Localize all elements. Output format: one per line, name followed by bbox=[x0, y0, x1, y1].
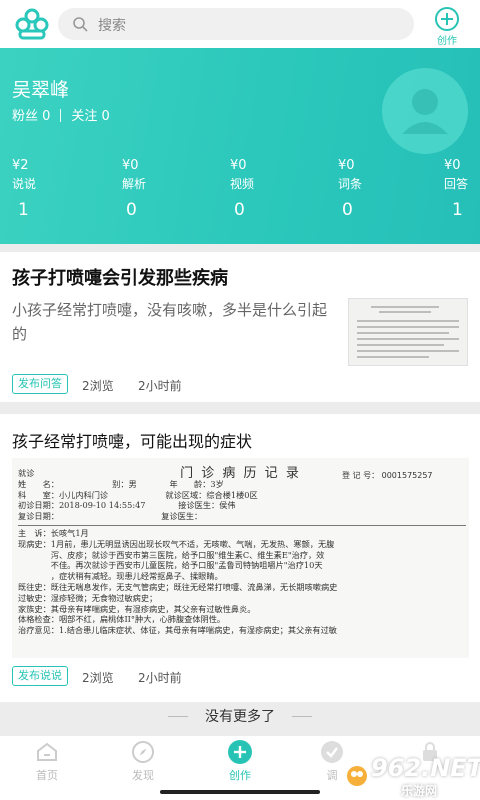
watermark-subtext: 乐游网 bbox=[401, 784, 438, 798]
record-line: ，症状稍有减轻。现患儿经常抠鼻子、揉眼睛。 bbox=[18, 571, 223, 582]
tab-discover[interactable]: 发现 bbox=[113, 740, 173, 783]
post-views: 2浏览 bbox=[82, 671, 114, 685]
following-count[interactable]: 关注 0 bbox=[71, 109, 109, 124]
stat-money: ¥0 bbox=[122, 158, 139, 173]
stat-label: 说说 bbox=[12, 177, 37, 191]
avatar[interactable] bbox=[382, 68, 468, 154]
stat-label: 解析 bbox=[122, 177, 147, 191]
post-card[interactable]: 孩子经常打喷嚏，可能出现的症状 门 诊 病 历 记 录 登 记 号： 00015… bbox=[0, 414, 480, 702]
top-bar: 搜索 创作 bbox=[0, 0, 480, 48]
record-line: 过敏史：湿疹轻微；无食物过敏病史； bbox=[18, 592, 158, 603]
stat-label: 回答 bbox=[444, 177, 469, 191]
post-image-medical-record[interactable]: 门 诊 病 历 记 录 登 记 号： 0001575257 就诊 姓 名： 别：… bbox=[12, 458, 469, 658]
post-thumbnail[interactable] bbox=[348, 298, 468, 366]
stat-citiao[interactable]: ¥0 词条 0 bbox=[338, 158, 362, 220]
search-input[interactable]: 搜索 bbox=[58, 8, 414, 40]
record-line: 既往史：既往无喘息发作，无支气管病史；既往无经常打喷嚏、流鼻涕，无长期咳嗽病史 bbox=[18, 581, 338, 592]
stat-count: 0 bbox=[342, 200, 353, 220]
stat-money: ¥0 bbox=[444, 158, 461, 173]
record-line: 不佳。再次就诊于西安市儿童医院，给予口服"孟鲁司特钠咀嚼片"治疗10天 bbox=[18, 560, 323, 571]
stat-count: 0 bbox=[234, 200, 245, 220]
stat-shuoshuo[interactable]: ¥2 说说 1 bbox=[12, 158, 36, 220]
stat-money: ¥2 bbox=[12, 158, 29, 173]
tab-create[interactable]: 创作 bbox=[210, 740, 270, 783]
tab-label: 创作 bbox=[229, 769, 251, 782]
post-views: 2浏览 bbox=[82, 379, 114, 393]
follow-stats: 粉丝 0 关注 0 bbox=[12, 105, 110, 124]
post-time: 2小时前 bbox=[138, 671, 182, 685]
app-logo-icon[interactable] bbox=[14, 7, 50, 41]
post-card[interactable]: 孩子打喷嚏会引发那些疾病 小孩子经常打喷嚏，没有咳嗽，多半是什么引起的 发布问答… bbox=[0, 252, 480, 402]
record-line: 姓 名： 别：男 年 龄：3岁 bbox=[18, 478, 224, 489]
site-watermark: 962.NET 乐游网 bbox=[345, 752, 480, 798]
stat-jiexi[interactable]: ¥0 解析 0 bbox=[122, 158, 146, 220]
compass-icon bbox=[132, 741, 154, 763]
stat-answers[interactable]: ¥0 回答 1 bbox=[444, 158, 468, 220]
stat-count: 1 bbox=[452, 200, 463, 220]
post-type-tag: 发布说说 bbox=[12, 666, 68, 686]
tab-label: 首页 bbox=[36, 769, 58, 782]
stat-label: 词条 bbox=[338, 177, 363, 191]
stat-count: 1 bbox=[18, 200, 29, 220]
home-indicator bbox=[160, 790, 320, 794]
record-line: 现病史：1月前，患儿无明显诱因出现长叹气不适，无咳嗽、气喘，无发热、寒颤，无腹 bbox=[18, 538, 335, 549]
record-line: 治疗意见：1.结合患儿临床症状、体征，其母亲有哮喘病史，有湿疹病史；其父亲有过敏 bbox=[18, 625, 337, 636]
post-title[interactable]: 孩子打喷嚏会引发那些疾病 bbox=[12, 264, 228, 290]
stat-count: 0 bbox=[126, 200, 137, 220]
home-icon bbox=[37, 742, 57, 761]
record-line: 复诊日期： 复诊医生： bbox=[18, 511, 203, 522]
record-line: 初诊日期：2018-09-10 14:55:47 接诊医生：侯伟 bbox=[18, 500, 236, 511]
search-icon bbox=[73, 17, 88, 32]
user-silhouette-icon bbox=[402, 89, 448, 134]
followers-count[interactable]: 粉丝 0 bbox=[12, 109, 50, 124]
tab-label: 发现 bbox=[132, 769, 154, 782]
profile-header: 吴翠峰 粉丝 0 关注 0 ¥2 说说 1 ¥0 解析 0 ¥0 视频 0 ¥0 … bbox=[0, 48, 480, 244]
create-label: 创作 bbox=[437, 36, 457, 47]
stat-label: 视频 bbox=[230, 177, 255, 191]
stat-money: ¥0 bbox=[230, 158, 247, 173]
check-icon bbox=[321, 741, 343, 763]
post-description: 小孩子经常打喷嚏，没有咳嗽，多半是什么引起的 bbox=[12, 301, 328, 343]
plus-circle-icon bbox=[435, 7, 459, 31]
record-line: 泻、皮疹；就诊于西安市第三医院，给予口服"维生素C、维生素E"治疗，效 bbox=[18, 549, 325, 560]
divider bbox=[60, 109, 62, 122]
create-button[interactable]: 创作 bbox=[430, 4, 464, 47]
record-line: 体格检查：咽部不红，扁桃体II°肿大，心肺腹查体阴性。 bbox=[18, 614, 226, 625]
user-name: 吴翠峰 bbox=[12, 79, 70, 101]
record-line: 科 室：小儿内科门诊 就诊区域：综合楼1楼0区 bbox=[18, 489, 258, 500]
search-placeholder: 搜索 bbox=[98, 18, 126, 34]
record-line: 家族史：其母亲有哮喘病史，有湿疹病史，其父亲有过敏性鼻炎。 bbox=[18, 603, 256, 614]
record-body: 就诊 姓 名： 别：男 年 龄：3岁 科 室：小儿内科门诊 就诊区域：综合楼1楼… bbox=[18, 468, 466, 636]
stat-video[interactable]: ¥0 视频 0 bbox=[230, 158, 254, 220]
record-line: 就诊 bbox=[18, 468, 35, 478]
tab-home[interactable]: 首页 bbox=[17, 740, 77, 783]
post-time: 2小时前 bbox=[138, 379, 182, 393]
plus-icon bbox=[228, 740, 252, 764]
post-type-tag: 发布问答 bbox=[12, 374, 68, 394]
list-end-text: 没有更多了 bbox=[0, 706, 480, 726]
record-line: 主 诉：长咳气1月 bbox=[18, 527, 89, 538]
post-title[interactable]: 孩子经常打喷嚏，可能出现的症状 bbox=[12, 428, 252, 452]
document-thumbnail-graphic bbox=[349, 299, 467, 365]
stat-money: ¥0 bbox=[338, 158, 355, 173]
watermark-text: 962.NET bbox=[371, 754, 480, 782]
